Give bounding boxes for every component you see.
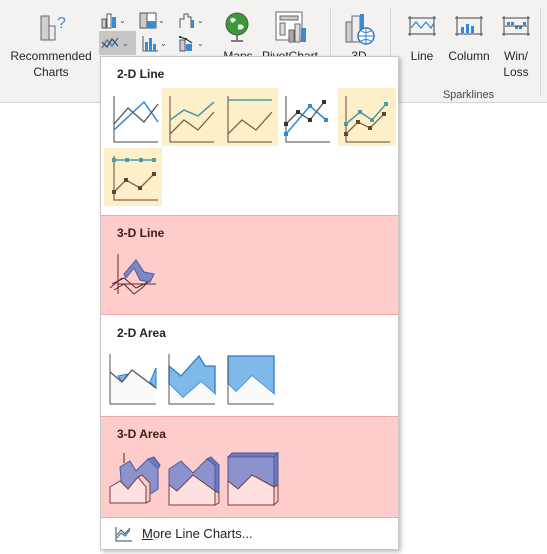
section-title: 2-D Line <box>117 67 165 81</box>
sparklines-group-label: Sparklines <box>442 89 495 101</box>
section-3d-area: 3-D Area <box>101 416 398 518</box>
area-thumb-icon <box>109 354 157 405</box>
3d-stacked-area-thumb-icon <box>168 456 220 506</box>
stacked-line-markers-thumb-icon <box>344 96 390 143</box>
chart-option-line[interactable] <box>106 88 164 146</box>
chart-option-100-stacked-area[interactable] <box>224 348 282 406</box>
insert-line-chart-button[interactable]: ⌄ <box>99 31 136 55</box>
100-stacked-line-markers-thumb-icon <box>112 156 158 201</box>
insert-hierarchy-chart-button[interactable]: ⌄ <box>139 8 169 32</box>
chart-option-3d-stacked-area[interactable] <box>165 449 223 507</box>
stacked-area-thumb-icon <box>168 354 216 405</box>
3d-area-thumb-icon <box>109 453 161 504</box>
chart-option-3d-area[interactable] <box>106 449 164 507</box>
more-line-charts-link[interactable]: More Line Charts... <box>101 519 398 549</box>
chart-option-3d-line[interactable] <box>106 248 164 306</box>
hierarchy-chart-icon <box>139 12 157 29</box>
section-title: 3-D Line <box>117 226 165 240</box>
sparkline-winloss-icon <box>502 16 530 36</box>
pivotchart-button[interactable]: PivotChart <box>260 4 320 63</box>
line-chart-thumb-icon <box>113 96 159 143</box>
insert-statistic-chart-button[interactable]: ⌄ <box>141 31 171 55</box>
sparkline-line-icon <box>408 16 436 36</box>
recommended-charts-icon: ? <box>40 15 66 41</box>
recommended-charts-button[interactable]: ? Recommended Charts <box>6 4 96 84</box>
insert-column-chart-button[interactable]: ⌄ <box>100 8 130 32</box>
chart-option-100-stacked-line[interactable] <box>220 88 278 146</box>
globe-icon <box>225 12 249 42</box>
section-2d-line: 2-D Line <box>101 57 398 214</box>
statistic-chart-icon <box>142 36 158 52</box>
line-chart-small-icon <box>115 527 132 542</box>
3d-100-stacked-area-thumb-icon <box>226 451 280 507</box>
3d-map-icon <box>345 14 375 45</box>
chart-option-stacked-line-with-markers[interactable] <box>338 88 396 146</box>
chart-option-stacked-area[interactable] <box>165 348 223 406</box>
sparkline-line-label: Line <box>410 49 434 63</box>
3d-map-button[interactable]: 3D <box>336 4 382 63</box>
line-markers-thumb-icon <box>284 96 330 143</box>
recommended-label-2: Charts <box>33 65 69 79</box>
100-stacked-area-thumb-icon <box>227 355 275 405</box>
section-title: 3-D Area <box>117 427 166 441</box>
chart-option-line-with-markers[interactable] <box>278 88 336 146</box>
chevron-down-icon: ⌄ <box>122 38 129 48</box>
stacked-line-thumb-icon <box>169 96 215 143</box>
waterfall-chart-icon <box>179 13 194 28</box>
chevron-down-icon: ⌄ <box>160 38 167 48</box>
chart-option-stacked-line[interactable] <box>162 88 220 146</box>
section-3d-line: 3-D Line <box>101 215 398 315</box>
3d-line-thumb-icon <box>109 254 156 295</box>
sparkline-column-label: Column <box>448 49 490 63</box>
line-chart-icon <box>101 37 119 49</box>
chevron-down-icon: ⌄ <box>158 15 165 25</box>
insert-combo-chart-button[interactable]: ⌄ <box>178 31 208 55</box>
svg-text:?: ? <box>57 15 66 32</box>
section-title: 2-D Area <box>117 326 166 340</box>
chart-option-area[interactable] <box>106 348 164 406</box>
maps-button[interactable]: Maps <box>218 4 258 63</box>
chevron-down-icon: ⌄ <box>197 38 204 48</box>
chart-option-3d-100-stacked-area[interactable] <box>224 449 282 507</box>
pivotchart-icon <box>275 11 306 43</box>
sparkline-line-button[interactable]: Line <box>402 4 442 74</box>
section-2d-area: 2-D Area <box>101 316 398 416</box>
chart-option-100-stacked-line-with-markers[interactable] <box>104 148 162 206</box>
chevron-down-icon: ⌄ <box>197 15 204 25</box>
sparkline-column-icon <box>455 16 483 36</box>
sparkline-column-button[interactable]: Column <box>443 4 495 74</box>
combo-chart-icon <box>179 36 193 52</box>
line-area-chart-dropdown: 2-D Line 3-D Line 2-D Area 3-D Area More… <box>100 56 399 550</box>
recommended-label-1: Recommended <box>10 49 92 63</box>
chevron-down-icon: ⌄ <box>119 15 126 25</box>
sparkline-winloss-label-1: Win/ <box>504 49 528 63</box>
100-stacked-line-thumb-icon <box>227 96 273 143</box>
sparkline-winloss-label-2: Loss <box>503 65 529 79</box>
sparkline-winloss-button[interactable]: Win/ Loss <box>497 4 535 84</box>
insert-waterfall-chart-button[interactable]: ⌄ <box>178 8 208 32</box>
column-chart-icon <box>101 13 116 29</box>
more-line-charts-label: More Line Charts... <box>142 526 253 541</box>
